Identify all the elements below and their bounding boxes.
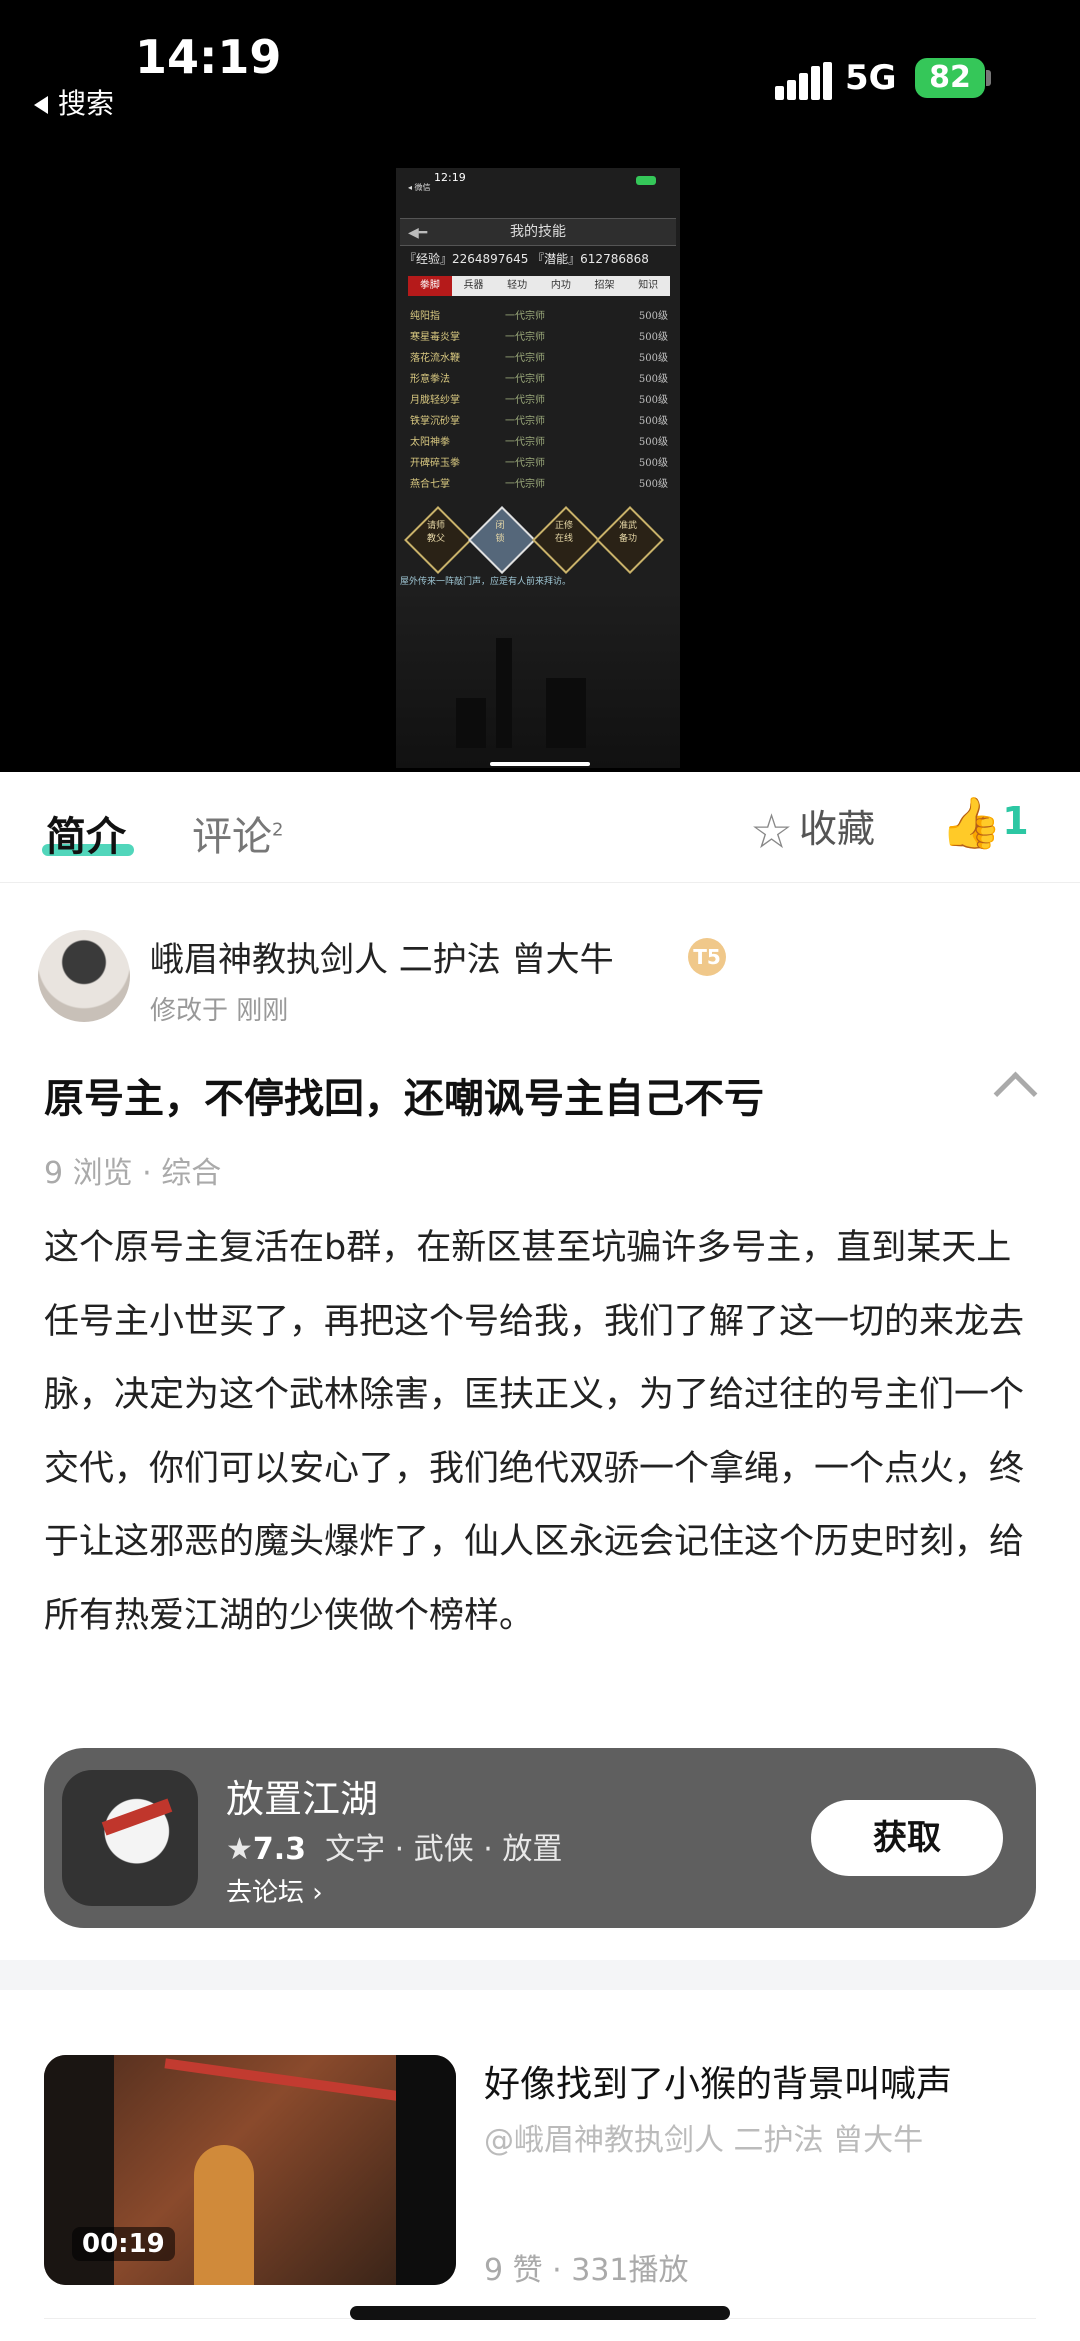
tab-comments[interactable]: 评论2 [192,804,283,862]
media-viewer[interactable]: 14:19 搜索 5G 82 12:19 ◂ 微信 我的技能 ◀━ 『经验』22… [0,0,1080,772]
game-skill-row: 寒星毒炎掌 一代宗师 500级 [410,332,668,343]
post-title: 原号主，不停找回，还嘲讽号主自己不亏 [44,1076,764,1122]
game-skill-row: 燕合七掌 一代宗师 500级 [410,479,668,490]
app-rating-tags: ★7.3 文字 · 武侠 · 放置 [226,1824,562,1868]
game-skill-row: 铁掌沉砂掌 一代宗师 500级 [410,416,668,427]
battery-tip [986,70,991,86]
post-body: 这个原号主复活在b群，在新区甚至坑骗许多号主，直到某天上任号主小世买了，再把这个… [44,1228,1025,1636]
app-tags: 文字 · 武侠 · 放置 [325,1832,563,1867]
back-arrow-icon [34,96,48,114]
game-skill-row: 开碑碎玉拳 一代宗师 500级 [410,458,668,469]
game-button-label: 闭锁 [495,521,505,544]
star-icon: ★ [226,1832,253,1867]
battery-icon: 82 [915,58,985,98]
app-name: 放置江湖 [226,1777,379,1821]
game-title: 我的技能 [510,224,566,240]
related-video-title[interactable]: 好像找到了小猴的背景叫喊声 [484,2055,952,2107]
like-button[interactable]: 👍1 [940,794,1029,853]
back-to-search-link[interactable]: 搜索 [34,82,114,122]
star-icon: ☆ [750,803,794,860]
author-name[interactable]: 峨眉神教执剑人 二护法 曾大牛 [150,932,614,981]
author-avatar[interactable] [38,930,130,1022]
game-background-scenery [396,588,680,768]
game-button-label: 准武 备功 [618,521,637,544]
chevron-right-icon: › [312,1878,323,1908]
game-skill-row: 太阳神拳 一代宗师 500级 [410,437,668,448]
game-tab: 内功 [550,280,571,291]
edited-time: 修改于 刚刚 [150,996,289,1026]
game-skill-row: 月胧轻纱掌 一代宗师 500级 [410,395,668,406]
game-skill-row: 落花流水鞭 一代宗师 500级 [410,353,668,364]
thumbs-up-icon: 👍 [940,794,1003,852]
game-screenshot-image[interactable]: 12:19 ◂ 微信 我的技能 ◀━ 『经验』2264897645 『潜能』61… [396,168,680,768]
related-video-thumbnail[interactable]: 00:19 [44,2055,456,2285]
signal-icon [775,62,833,100]
go-to-forum-link[interactable]: 去论坛 › [226,1872,323,1909]
game-tab: 轻功 [507,280,528,291]
game-tabs: 拳脚 兵器 轻功 内功 招架 知识 [408,276,670,296]
network-type: 5G [845,58,897,98]
app-rating: 7.3 [252,1832,307,1867]
game-title-bar: 我的技能 ◀━ [400,218,676,246]
game-tab: 兵器 [463,280,484,291]
game-tab: 知识 [638,280,659,291]
tab-comments-label: 评论 [192,814,272,860]
related-video-author[interactable]: @峨眉神教执剑人 二护法 曾大牛 [484,2115,923,2159]
user-level-badge: T5 [688,938,726,976]
game-skill-list: 纯阳指 一代宗师 500级 寒星毒炎掌 一代宗师 500级 落花流水鞭 一代宗师 500级 … [410,304,668,493]
game-button-label: 正修 在线 [554,521,573,544]
home-indicator[interactable] [350,2306,730,2320]
collapse-chevron-icon[interactable] [993,1071,1038,1116]
app-card[interactable]: 放置江湖 ★7.3 文字 · 武侠 · 放置 去论坛 › 获取 [44,1748,1036,1928]
game-skill-row: 纯阳指 一代宗师 500级 [410,311,668,322]
media-page-indicator [490,762,590,766]
content-tab-bar: 简介 评论2 ☆ 收藏 👍1 [0,772,1080,883]
comments-count: 2 [272,819,284,841]
section-divider [0,1960,1080,1990]
video-duration: 00:19 [72,2227,175,2261]
game-tab: 招架 [594,280,615,291]
tab-intro[interactable]: 简介 [46,804,126,862]
game-back-arrow-icon: ◀━ [408,225,428,241]
game-time: 12:19 [434,171,466,184]
favorite-label: 收藏 [799,807,876,851]
game-exp-line: 『经验』2264897645 『潜能』612786868 [404,252,649,266]
game-battery-icon [636,176,656,185]
like-count: 1 [1002,799,1029,843]
game-back-label: ◂ 微信 [408,183,431,192]
game-tab: 拳脚 [408,276,452,296]
game-skill-row: 形意拳法 一代宗师 500级 [410,374,668,385]
app-icon [62,1770,198,1906]
status-time: 14:19 [135,30,282,84]
favorite-button[interactable]: ☆ 收藏 [750,798,875,860]
post-meta: 9 浏览 · 综合 [44,1156,222,1191]
related-video-stats: 9 赞 · 331播放 [484,2253,689,2288]
game-message: 屋外传来一阵敲门声，应是有人前来拜访。 [400,577,572,587]
game-button-label: 请师 教父 [426,521,445,544]
back-label: 搜索 [58,87,115,120]
get-app-button[interactable]: 获取 [811,1800,1003,1876]
